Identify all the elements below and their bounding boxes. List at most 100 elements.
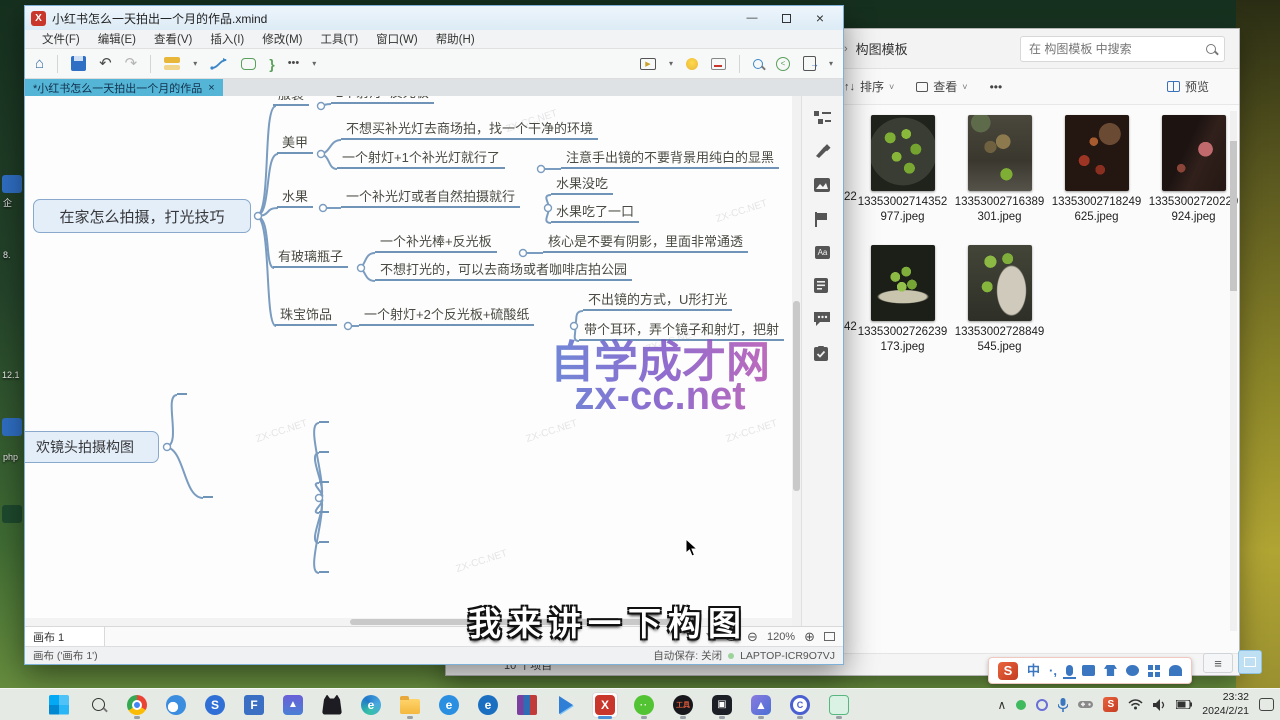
notification-center-icon[interactable] bbox=[1259, 698, 1274, 711]
taskbar-chrome[interactable] bbox=[124, 692, 150, 718]
notes-icon[interactable] bbox=[814, 278, 831, 293]
topic-node[interactable]: 水果没吃 bbox=[551, 175, 613, 195]
topic-node[interactable]: 不出镜的方式，U形打光 bbox=[583, 291, 732, 311]
taskbar-potplayer[interactable] bbox=[553, 692, 579, 718]
topic-node[interactable]: 不想买补光灯去商场拍，找一个干净的环境 bbox=[341, 120, 598, 140]
image-icon[interactable] bbox=[814, 178, 831, 193]
file-item[interactable]: 13353002716389301.jpeg bbox=[951, 115, 1048, 233]
taskbar-photos[interactable] bbox=[280, 692, 306, 718]
topic-node[interactable]: 珠宝饰品 bbox=[275, 306, 337, 326]
topic-node[interactable] bbox=[319, 433, 329, 453]
chevron-down-icon[interactable]: ▾ bbox=[312, 59, 316, 68]
desktop-icon-fragment[interactable] bbox=[2, 505, 22, 523]
taskbar-mountain-app[interactable]: ▲ bbox=[748, 692, 774, 718]
view-button[interactable]: 查看 ˅ bbox=[916, 78, 967, 95]
menu-insert[interactable]: 插入(I) bbox=[201, 31, 253, 47]
topic-node[interactable] bbox=[319, 493, 329, 513]
taskbar-edge[interactable]: e bbox=[358, 692, 384, 718]
file-item[interactable]: 13353002714352977.jpeg bbox=[854, 115, 951, 233]
explorer-search-box[interactable] bbox=[1020, 36, 1225, 62]
chevron-down-icon[interactable]: ▾ bbox=[193, 59, 197, 68]
topic-node[interactable]: 一个射灯+2个反光板+硫酸纸 bbox=[359, 306, 534, 326]
outline-icon[interactable] bbox=[814, 110, 831, 125]
chinese-mode-icon[interactable]: 中 bbox=[1027, 664, 1040, 677]
taskbar-app-s[interactable]: S bbox=[202, 692, 228, 718]
sort-button[interactable]: ↑↓ 排序 ˅ bbox=[844, 78, 894, 95]
mic-icon[interactable] bbox=[1066, 665, 1073, 676]
chevron-down-icon[interactable]: ▾ bbox=[829, 59, 833, 68]
topic-node[interactable]: 2个射灯+反光板 bbox=[331, 96, 434, 104]
desktop-icon-fragment[interactable] bbox=[2, 175, 22, 193]
tray-green-app-icon[interactable] bbox=[1016, 700, 1026, 710]
topic-node[interactable] bbox=[319, 553, 329, 573]
explorer-scrollbar[interactable] bbox=[1230, 111, 1237, 631]
battery-icon[interactable] bbox=[1176, 700, 1192, 709]
desktop-icon-fragment[interactable] bbox=[2, 418, 22, 436]
topic-node[interactable]: 核心是不要有阴影，里面非常通透 bbox=[543, 233, 748, 253]
punctuation-icon[interactable]: ·, bbox=[1049, 664, 1057, 677]
search-input[interactable] bbox=[1029, 42, 1206, 56]
tab-close-icon[interactable]: × bbox=[208, 82, 214, 94]
presentation-icon[interactable]: ▶ bbox=[640, 58, 656, 70]
sogou-logo-icon[interactable]: S bbox=[998, 662, 1018, 680]
more-icon[interactable]: ••• bbox=[288, 58, 300, 69]
menu-edit[interactable]: 编辑(E) bbox=[89, 31, 145, 47]
topic-node[interactable]: 水果吃了一口 bbox=[551, 203, 639, 223]
topic-node[interactable]: 一个补光棒+反光板 bbox=[375, 233, 497, 253]
topic-node[interactable] bbox=[319, 523, 329, 543]
topic-node[interactable] bbox=[319, 463, 329, 483]
share-icon[interactable]: < bbox=[776, 57, 790, 71]
topic-node[interactable]: 一个射灯+1个补光灯就行了 bbox=[337, 149, 505, 169]
lightbulb-icon[interactable] bbox=[686, 58, 698, 70]
monitor-widget-button[interactable] bbox=[1238, 650, 1262, 674]
zen-mode-icon[interactable] bbox=[711, 58, 726, 70]
redo-icon[interactable]: ↷ bbox=[125, 56, 138, 71]
sogou-input-bar[interactable]: S 中 ·, bbox=[988, 657, 1192, 684]
breadcrumb[interactable]: › 构图模板 bbox=[844, 39, 908, 58]
tray-expand-icon[interactable]: ∧ bbox=[997, 698, 1006, 712]
menu-window[interactable]: 窗口(W) bbox=[367, 31, 427, 47]
vertical-scrollbar[interactable] bbox=[792, 96, 801, 626]
minimize-button[interactable]: — bbox=[735, 7, 769, 29]
topic-node[interactable]: 有玻璃瓶子 bbox=[273, 248, 348, 268]
taskbar-search-button[interactable] bbox=[85, 692, 111, 718]
taskbar-browser-e2[interactable]: e bbox=[475, 692, 501, 718]
menu-help[interactable]: 帮助(H) bbox=[427, 31, 484, 47]
menu-modify[interactable]: 修改(M) bbox=[253, 31, 311, 47]
taskbar-circle-c-app[interactable]: C bbox=[787, 692, 813, 718]
image-thumbnail[interactable] bbox=[968, 245, 1032, 321]
file-item[interactable]: 13353002718249625.jpeg bbox=[1048, 115, 1145, 233]
topic-node[interactable] bbox=[177, 375, 187, 395]
main-topic[interactable]: 在家怎么拍摄，打光技巧 bbox=[33, 199, 251, 233]
emoji-icon[interactable] bbox=[1126, 665, 1139, 676]
format-brush-icon[interactable] bbox=[814, 144, 831, 159]
zoom-level[interactable]: 120% bbox=[767, 631, 795, 643]
title-bar[interactable]: X 小红书怎么一天拍出一个月的作品.xmind — × bbox=[25, 6, 843, 30]
topic-node[interactable]: 服装 bbox=[273, 96, 309, 106]
maximize-button[interactable] bbox=[769, 7, 803, 29]
topic-node[interactable]: 水果 bbox=[277, 188, 313, 208]
save-icon[interactable] bbox=[71, 56, 86, 71]
taskbar-winrar[interactable] bbox=[514, 692, 540, 718]
topic-node[interactable] bbox=[203, 478, 213, 498]
mindmap-canvas[interactable]: ZX-CC.NET ZX-CC.NET ZX-CC.NET ZX-CC.NET … bbox=[25, 96, 792, 626]
main-topic[interactable]: 欢镜头拍摄构图 bbox=[25, 431, 159, 463]
file-item[interactable]: 13353002726239173.jpeg bbox=[854, 245, 951, 363]
volume-icon[interactable] bbox=[1153, 699, 1166, 711]
tray-clock[interactable]: 23:32 2024/2/21 bbox=[1202, 691, 1249, 717]
topic-node[interactable]: 不想打光的，可以去商场或者咖啡店拍公园 bbox=[375, 261, 632, 281]
comment-icon[interactable] bbox=[814, 312, 831, 327]
topic-node[interactable]: 美甲 bbox=[277, 134, 313, 154]
topic-node[interactable]: 注意手出镜的不要背景用纯白的显黑 bbox=[561, 149, 779, 169]
sticker-icon[interactable]: Aa bbox=[815, 246, 830, 259]
zoom-out-icon[interactable]: ⊖ bbox=[747, 629, 758, 645]
menu-tools[interactable]: 工具(T) bbox=[311, 31, 367, 47]
topic-node[interactable]: 一个补光灯或者自然拍摄就行 bbox=[341, 188, 520, 208]
topic-node[interactable] bbox=[319, 403, 329, 423]
breadcrumb-folder[interactable]: 构图模板 bbox=[856, 39, 908, 58]
export-icon[interactable] bbox=[803, 56, 816, 71]
undo-icon[interactable]: ↶ bbox=[99, 56, 112, 71]
document-tab[interactable]: *小红书怎么一天拍出一个月的作品 × bbox=[25, 79, 223, 96]
taskbar-screen-recorder[interactable]: ▣ bbox=[709, 692, 735, 718]
marker-flag-icon[interactable] bbox=[814, 212, 831, 227]
